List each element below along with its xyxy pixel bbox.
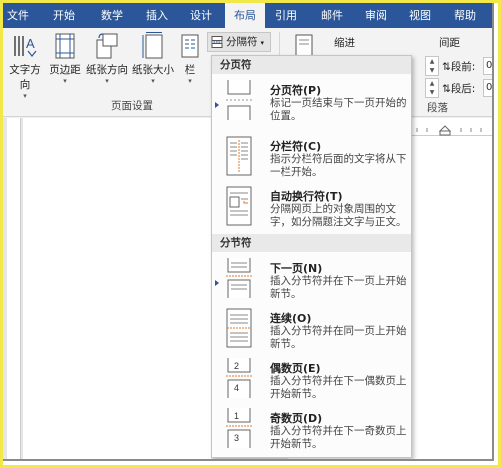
breaks-button[interactable]: 分隔符 ▾	[207, 32, 271, 52]
page-break-description: 标记一页结束与下一页开始的位置。	[270, 97, 407, 122]
tab-help[interactable]: 帮助	[448, 3, 482, 28]
text-direction-icon: A	[12, 32, 38, 60]
breaks-dropdown-menu: 分页符 分页符(P) 标记一页结束与下一页开始的位置。 分栏符(C) 指示分栏符…	[211, 55, 412, 458]
after-spacing-icon: ⇅	[442, 83, 451, 95]
continuous-section-description: 插入分节符并在同一页上开始新节。	[270, 325, 407, 350]
text-direction-label: 文字方向	[9, 64, 41, 91]
even-page-section-title: 偶数页(E)	[270, 362, 321, 375]
page-breaks-section-header: 分页符	[212, 56, 411, 74]
tab-references[interactable]: 引用	[269, 3, 303, 28]
text-direction-button[interactable]: A 文字方向 ▾	[5, 32, 45, 100]
tab-home[interactable]: 开始	[47, 3, 81, 28]
section-breaks-section-header: 分节符	[212, 234, 411, 252]
tab-mailings[interactable]: 邮件	[315, 3, 349, 28]
selection-marker-icon	[215, 102, 219, 108]
margins-label: 页边距	[49, 64, 81, 76]
tab-view[interactable]: 视图	[403, 3, 437, 28]
even-page-section-description: 插入分节符并在下一偶数页上开始新节。	[270, 375, 407, 400]
ribbon-tab-bar: 文件 开始 数学 插入 设计 布局 引用 邮件 审阅 视图 帮助	[3, 3, 492, 28]
document-page[interactable]	[23, 118, 211, 459]
svg-text:4: 4	[234, 383, 239, 393]
orientation-label: 纸张方向	[86, 64, 128, 76]
even-page-section-icon: 2 4	[224, 358, 254, 398]
next-page-section-title: 下一页(N)	[270, 262, 323, 275]
margins-icon	[52, 32, 78, 60]
after-spacing-input[interactable]: 0	[483, 79, 492, 97]
tab-design[interactable]: 设计	[184, 3, 218, 28]
breaks-icon	[211, 36, 223, 48]
margins-button[interactable]: 页边距 ▾	[47, 32, 83, 85]
page-break-icon	[224, 80, 254, 120]
size-button[interactable]: 纸张大小 ▾	[131, 32, 175, 85]
column-break-description: 指示分栏符后面的文字将从下一栏开始。	[270, 153, 407, 178]
before-spacing-input[interactable]: 0	[483, 57, 492, 75]
vertical-ruler	[7, 118, 21, 459]
svg-text:3: 3	[234, 433, 239, 443]
page-break-title: 分页符(P)	[270, 84, 322, 97]
after-spacing-label: ⇅段后:	[442, 83, 476, 95]
indent-left-spinner[interactable]: ▲ ▼	[425, 56, 439, 76]
next-page-section-item[interactable]: 下一页(N) 插入分节符并在下一页上开始新节。	[212, 256, 411, 312]
spacing-label: 间距	[439, 37, 460, 49]
tab-file[interactable]: 文件	[3, 3, 33, 28]
orientation-icon	[94, 32, 120, 60]
chevron-down-icon: ▾	[63, 77, 67, 85]
odd-page-section-item[interactable]: 1 3 奇数页(D) 插入分节符并在下一奇数页上开始新节。	[212, 406, 411, 459]
text-wrapping-break-item[interactable]: 自动换行符(T) 分隔网页上的对象周围的文字，如分隔题注文字与正文。	[212, 184, 411, 240]
even-page-section-item[interactable]: 2 4 偶数页(E) 插入分节符并在下一偶数页上开始新节。	[212, 356, 411, 412]
columns-button[interactable]: 栏 ▾	[177, 32, 203, 85]
page-setup-group-label: 页面设置	[111, 100, 153, 112]
continuous-section-title: 连续(O)	[270, 312, 312, 325]
tab-layout[interactable]: 布局	[225, 3, 265, 28]
page-break-item[interactable]: 分页符(P) 标记一页结束与下一页开始的位置。	[212, 78, 411, 134]
next-page-section-icon	[224, 258, 254, 298]
odd-page-section-icon: 1 3	[224, 408, 254, 448]
selection-marker-icon	[215, 280, 219, 286]
paper-size-icon	[140, 32, 166, 60]
column-break-title: 分栏符(C)	[270, 140, 322, 153]
chevron-down-icon: ▾	[188, 77, 192, 85]
text-wrapping-break-icon	[224, 186, 254, 226]
tab-math[interactable]: 数学	[95, 3, 129, 28]
next-page-section-description: 插入分节符并在下一页上开始新节。	[270, 275, 407, 300]
svg-text:A: A	[26, 36, 35, 51]
indent-right-spinner[interactable]: ▲ ▼	[425, 78, 439, 98]
chevron-down-icon: ▾	[23, 92, 27, 100]
svg-text:2: 2	[234, 361, 239, 371]
chevron-down-icon: ▾	[105, 77, 109, 85]
continuous-section-icon	[224, 308, 254, 348]
columns-icon	[177, 32, 203, 60]
before-spacing-label: ⇅段前:	[442, 61, 476, 73]
before-spacing-icon: ⇅	[442, 61, 451, 73]
chevron-down-icon: ▾	[260, 39, 265, 47]
column-break-item[interactable]: 分栏符(C) 指示分栏符后面的文字将从下一栏开始。	[212, 134, 411, 190]
columns-label: 栏	[184, 64, 196, 76]
breaks-label: 分隔符	[226, 36, 258, 48]
orientation-button[interactable]: 纸张方向 ▾	[85, 32, 129, 85]
column-break-icon	[224, 136, 254, 176]
word-window: 文件 开始 数学 插入 设计 布局 引用 邮件 审阅 视图 帮助 A 文字方向 …	[3, 3, 494, 461]
paragraph-group-label: 段落	[427, 102, 448, 114]
continuous-section-item[interactable]: 连续(O) 插入分节符并在同一页上开始新节。	[212, 306, 411, 362]
svg-text:1: 1	[234, 411, 239, 421]
tab-insert[interactable]: 插入	[140, 3, 174, 28]
odd-page-section-title: 奇数页(D)	[270, 412, 323, 425]
odd-page-section-description: 插入分节符并在下一奇数页上开始新节。	[270, 425, 407, 450]
text-wrapping-break-description: 分隔网页上的对象周围的文字，如分隔题注文字与正文。	[270, 203, 407, 228]
size-label: 纸张大小	[132, 64, 174, 76]
chevron-down-icon: ▾	[151, 77, 155, 85]
text-wrapping-break-title: 自动换行符(T)	[270, 190, 343, 203]
indent-label: 缩进	[334, 37, 355, 49]
tab-review[interactable]: 审阅	[359, 3, 393, 28]
